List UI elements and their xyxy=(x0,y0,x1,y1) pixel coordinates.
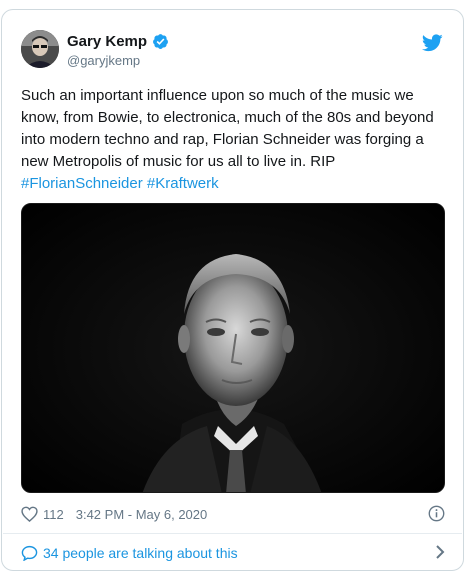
speech-bubble-icon xyxy=(21,545,38,562)
chevron-right-icon[interactable] xyxy=(435,545,445,559)
divider xyxy=(3,533,462,534)
info-icon[interactable] xyxy=(428,505,445,522)
verified-badge-icon xyxy=(152,33,169,50)
avatar[interactable] xyxy=(21,30,59,68)
twitter-bird-icon[interactable] xyxy=(421,34,443,52)
author-display-name[interactable]: Gary Kemp xyxy=(67,33,147,50)
author-name-row[interactable]: Gary Kemp xyxy=(67,33,169,50)
tweet-photo[interactable] xyxy=(21,203,445,493)
tweet-timestamp[interactable]: 3:42 PM - May 6, 2020 xyxy=(76,507,208,522)
conversation-link[interactable]: 34 people are talking about this xyxy=(21,543,445,563)
heart-icon[interactable] xyxy=(21,506,38,523)
author-handle[interactable]: @garyjkemp xyxy=(67,53,140,68)
tweet-body: Such an important influence upon so much… xyxy=(21,87,434,170)
like-count[interactable]: 112 xyxy=(43,507,64,522)
hashtag-florian-schneider[interactable]: #FlorianSchneider xyxy=(21,175,143,192)
hashtag-kraftwerk[interactable]: #Kraftwerk xyxy=(147,175,219,192)
tweet-card: Gary Kemp @garyjkemp Such an important i… xyxy=(1,9,464,571)
tweet-text: Such an important influence upon so much… xyxy=(21,85,449,195)
tweet-meta: 112 3:42 PM - May 6, 2020 xyxy=(21,505,445,523)
conversation-label[interactable]: 34 people are talking about this xyxy=(43,545,238,561)
